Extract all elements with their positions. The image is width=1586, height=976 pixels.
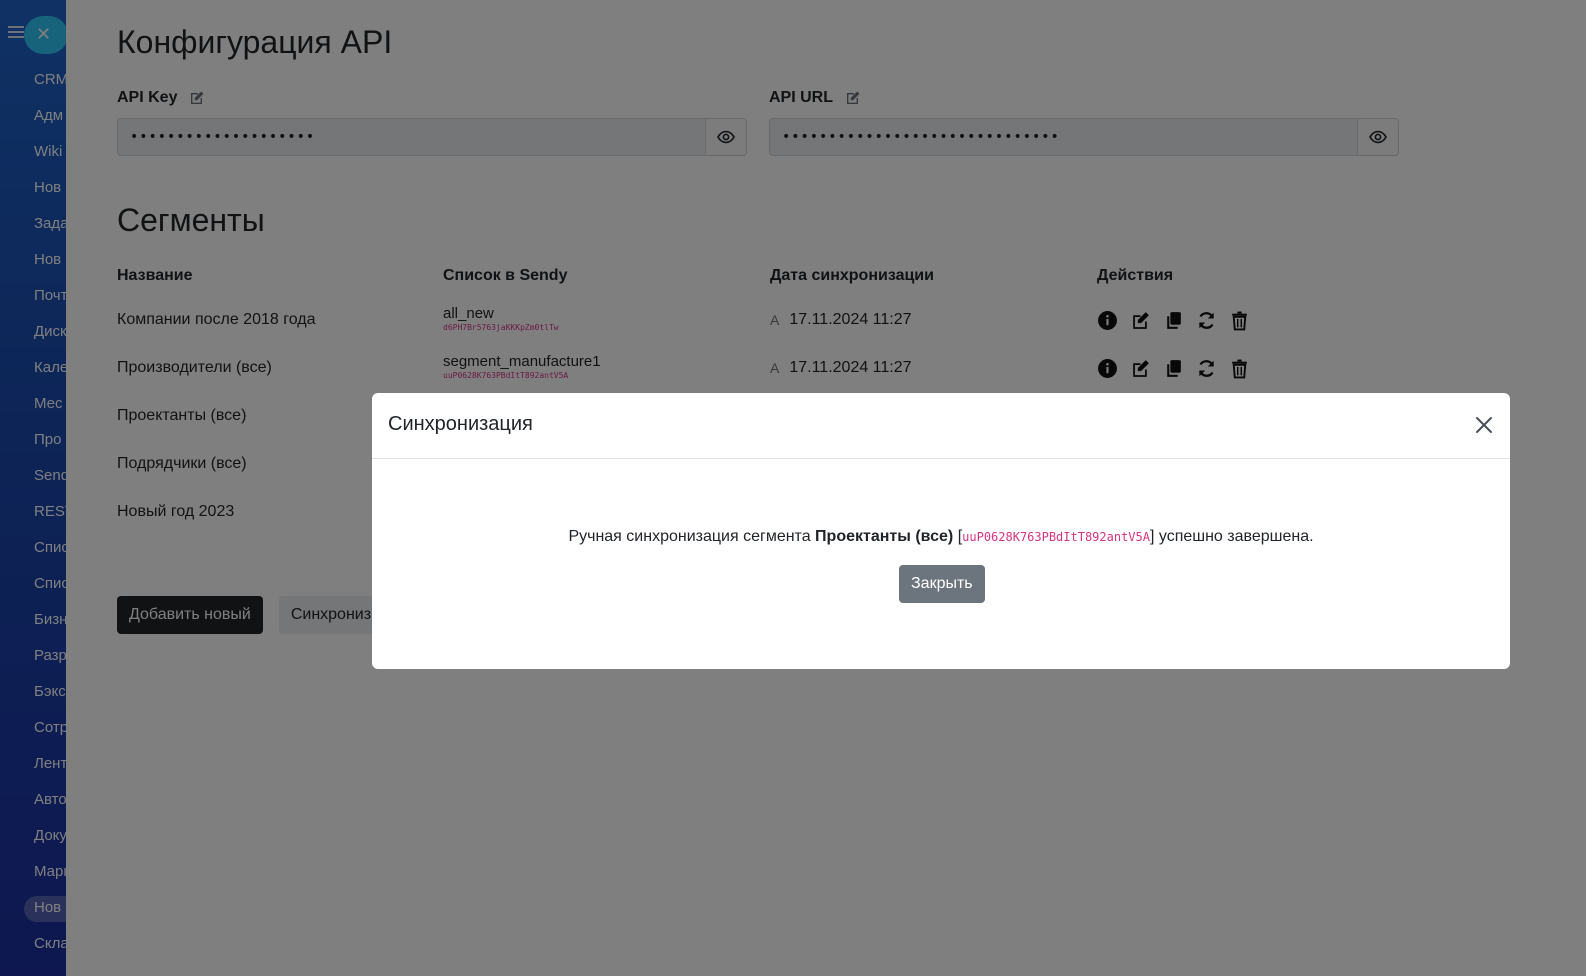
- message-list-id: uuP0628K763PBdItT892antV5A: [962, 530, 1150, 544]
- sync-result-message: Ручная синхронизация сегмента Проектанты…: [372, 528, 1510, 546]
- sync-modal: Синхронизация Ручная синхронизация сегме…: [372, 393, 1510, 669]
- modal-body: Ручная синхронизация сегмента Проектанты…: [372, 459, 1510, 668]
- message-suffix: ] успешно завершена.: [1149, 528, 1314, 545]
- modal-header: Синхронизация: [372, 393, 1510, 459]
- message-segment-name: Проектанты (все): [815, 528, 954, 545]
- message-prefix: Ручная синхронизация сегмента: [568, 528, 811, 545]
- close-icon[interactable]: [1472, 413, 1496, 437]
- modal-close-button[interactable]: Закрыть: [899, 565, 985, 603]
- modal-title: Синхронизация: [388, 413, 533, 435]
